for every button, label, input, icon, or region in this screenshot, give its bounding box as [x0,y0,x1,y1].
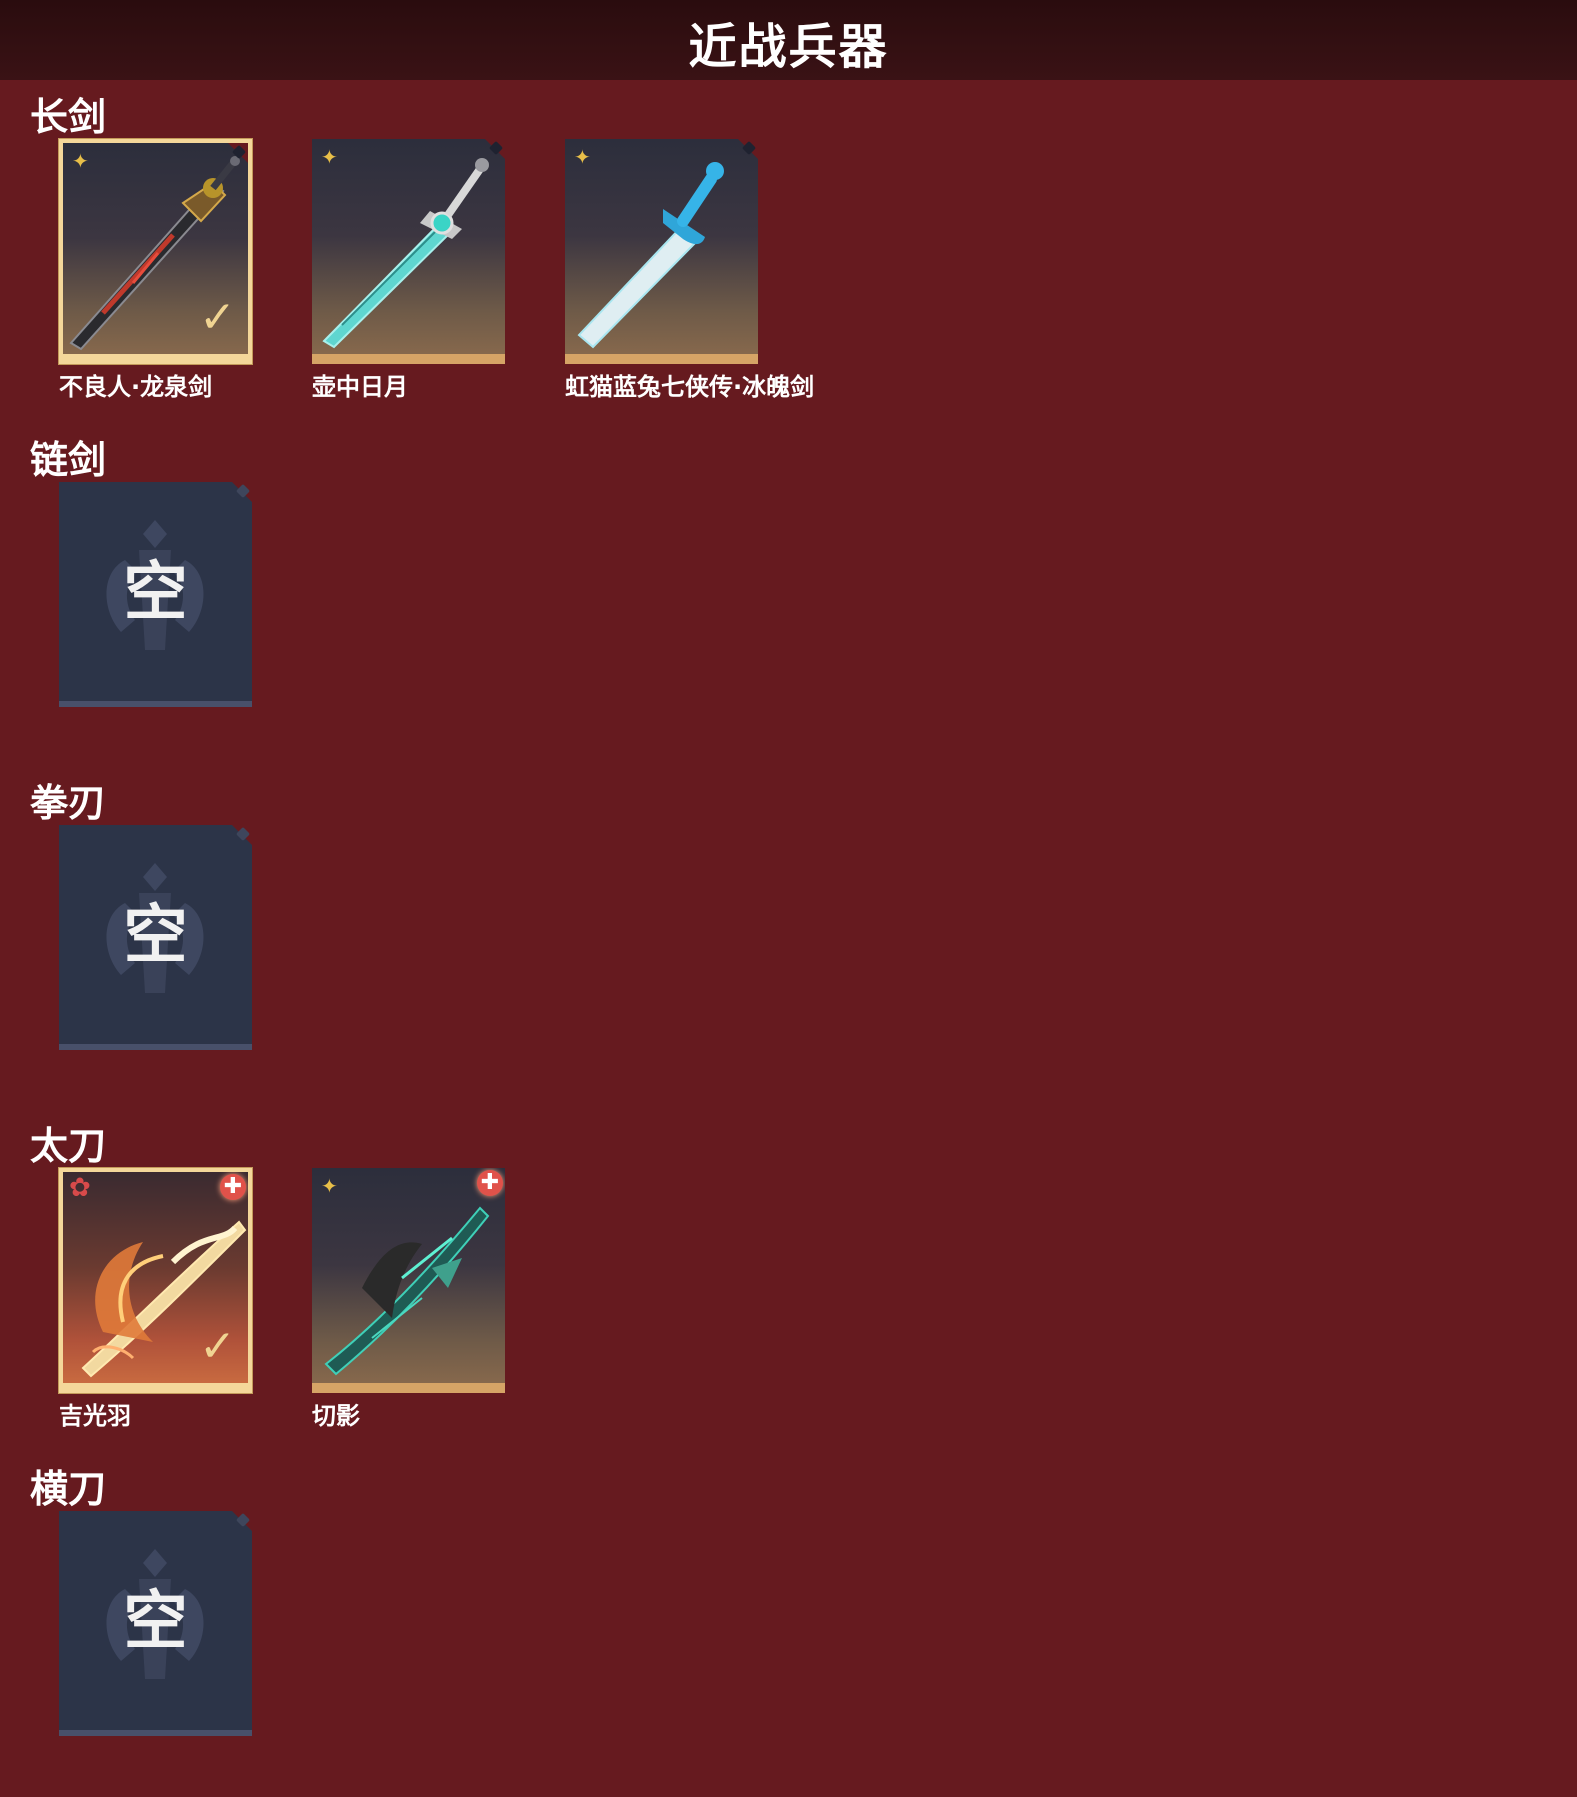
weapon-name: 不良人·龙泉剑 [59,373,213,401]
section-title: 链剑 [30,438,107,482]
empty-weapon-slot[interactable]: 空 [59,482,252,707]
card-frame: ✿ ✚ ✓ [59,1168,252,1393]
empty-slot-label: 空 [123,556,188,630]
weapon-card-jiguangyu[interactable]: ✿ ✚ ✓ 吉光羽 [59,1168,252,1430]
card-frame: ✦ [565,139,758,364]
gold-star-icon: ✦ [321,1174,338,1198]
gold-star-icon: ✦ [321,145,338,169]
empty-slot-label: 空 [123,1585,188,1659]
weapon-name: 虹猫蓝兔七侠传·冰魄剑 [565,373,815,401]
empty-slot-label: 空 [123,899,188,973]
section-title: 横刀 [30,1467,107,1511]
section-title: 长剑 [30,95,107,139]
katana-dark-green-icon [324,1206,490,1376]
checkmark-icon: ✓ [199,1321,236,1372]
card-frame: ✦ ✓ [59,139,252,364]
weapon-card-sun-moon-in-pot[interactable]: ✦ 壶中日月 [312,139,505,401]
red-flower-icon: ✿ [69,1173,91,1203]
card-frame: 空 [59,1511,252,1736]
checkmark-icon: ✓ [199,292,236,343]
gold-star-icon: ✦ [574,145,591,169]
weapon-name: 切影 [312,1402,360,1430]
weapon-card-ice-soul-sword[interactable]: ✦ 虹猫蓝兔七侠传·冰魄剑 [565,139,814,401]
gold-star-icon: ✦ [72,149,89,173]
page-header: 近战兵器 [0,0,1577,80]
sword-ice-blue-icon [577,162,724,349]
section-title: 太刀 [30,1124,107,1168]
card-frame: ✦ ✚ [312,1168,505,1393]
weapon-name: 壶中日月 [312,373,408,401]
empty-weapon-slot[interactable]: 空 [59,1511,252,1736]
card-frame: 空 [59,482,252,707]
section-title: 拳刃 [30,781,107,825]
card-frame: 空 [59,825,252,1050]
sword-jade-icon [322,158,489,349]
plus-badge-icon: ✚ [477,1170,503,1196]
card-frame: ✦ [312,139,505,364]
weapon-card-qieying[interactable]: ✦ ✚ 切影 [312,1168,505,1430]
page-title: 近战兵器 [688,19,889,75]
weapon-name: 吉光羽 [59,1402,131,1430]
empty-weapon-slot[interactable]: 空 [59,825,252,1050]
weapon-card-longquan-sword[interactable]: ✦ ✓ 不良人·龙泉剑 [59,139,252,401]
plus-badge-icon: ✚ [220,1174,246,1200]
